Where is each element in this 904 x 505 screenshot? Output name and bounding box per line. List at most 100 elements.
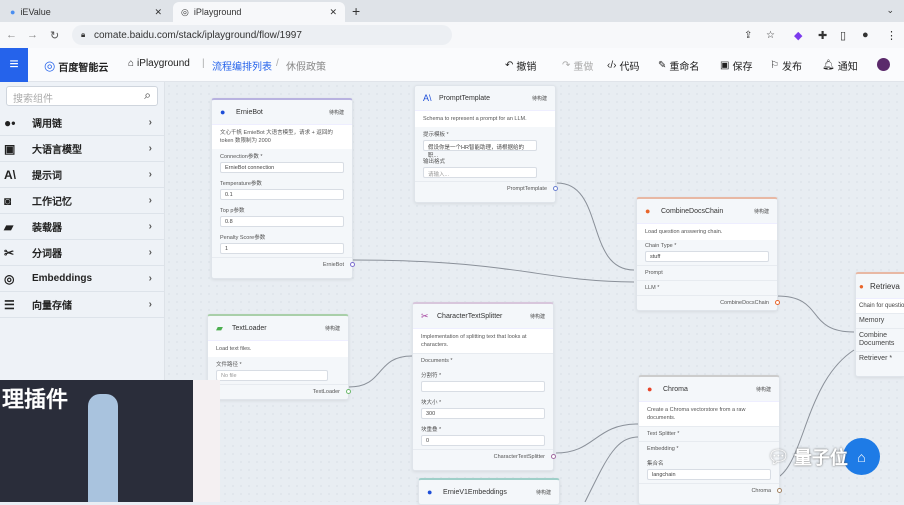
node-chroma[interactable]: ● Chroma 待构建 Create a Chroma vectorstore f… <box>638 375 782 505</box>
prompt-icon: A\ <box>423 93 432 103</box>
erniebot-icon: ● <box>220 107 226 117</box>
extension-icon[interactable]: ◆ <box>794 29 802 42</box>
collection-input[interactable]: langchain <box>647 469 771 480</box>
code-button[interactable]: ‹/› 代码 <box>607 58 639 73</box>
notify-button[interactable]: 🔔︎ 通知 <box>822 58 858 73</box>
node-combinedocschain[interactable]: ● CombineDocsChain 待构建 Load question answe… <box>636 197 780 311</box>
input-port-retriever[interactable]: Retriever * <box>856 351 904 366</box>
chunk-overlap-input[interactable]: 0 <box>421 435 545 446</box>
app-home-link[interactable]: ⌂ iPlayground <box>128 58 190 69</box>
chain-icon: ● <box>645 206 651 216</box>
input-port-embedding[interactable]: Embedding * <box>639 441 779 456</box>
url-input[interactable]: 🔒︎ comate.baidu.com/stack/iplayground/flo… <box>72 25 452 45</box>
sidebar-item-llm[interactable]: ▣ 大语言模型 › <box>0 136 164 162</box>
bell-icon: 🔔︎ <box>822 60 835 71</box>
save-button[interactable]: ▣ 保存 <box>720 58 752 73</box>
node-textloader[interactable]: ▰ TextLoader 待构建 Load text files. 文件路径 * No… <box>207 314 351 400</box>
fingerprint-icon: ◎ <box>4 271 15 286</box>
redo-button[interactable]: ↷ 重做 <box>562 58 593 73</box>
sidepanel-icon[interactable]: ▯ <box>840 29 846 42</box>
publish-button[interactable]: ⚐ 发布 <box>770 58 802 73</box>
output-port[interactable]: CharacterTextSplitter <box>413 449 556 464</box>
output-port[interactable]: CombineDocsChain <box>637 295 780 310</box>
close-tab-icon[interactable]: ✕ <box>154 7 162 18</box>
assistant-fab[interactable]: ⌂ <box>843 438 880 475</box>
more-icon[interactable]: ⋮ <box>886 29 897 42</box>
status-badge: 待构建 <box>535 489 551 496</box>
sidebar-item-splitter[interactable]: ✂ 分词器 › <box>0 240 164 266</box>
sidebar-item-embeddings[interactable]: ◎ Embeddings › <box>0 266 164 292</box>
app-header: ≡ ◎ 百度智能云 ⌂ iPlayground | 流程编排列表 / 休假政策 ↶ 撤… <box>0 48 904 82</box>
template-input[interactable]: 假设你是一个HR智能助理，请根据给的职... <box>423 140 537 159</box>
menu-icon[interactable]: ≡ <box>0 48 28 82</box>
node-erniebot[interactable]: ● ErnieBot 待构建 文心千帆 ErnieBot 大语言模型，请求 + 返回… <box>211 98 355 279</box>
output-port[interactable]: Chroma <box>639 483 782 498</box>
prompt-icon: A\ <box>4 167 16 182</box>
breadcrumb-flow-list[interactable]: 流程编排列表 <box>212 58 272 73</box>
status-badge: 待构建 <box>755 386 771 393</box>
flow-canvas[interactable]: ● ErnieBot 待构建 文心千帆 ErnieBot 大语言模型，请求 + 返回… <box>165 82 904 505</box>
format-input[interactable]: 请输入... <box>423 167 537 178</box>
input-port-documents[interactable]: Documents * <box>413 353 553 368</box>
output-port[interactable]: TextLoader <box>208 384 351 399</box>
new-tab-button[interactable]: + <box>352 3 360 19</box>
output-port[interactable]: ErnieBot <box>212 257 355 272</box>
top-p-input[interactable]: 0.8 <box>220 216 344 227</box>
watermark: 💬︎ 量子位 <box>767 446 848 469</box>
separator-input[interactable] <box>421 381 545 392</box>
video-edge <box>193 380 220 502</box>
edge-erniebot-llm <box>352 259 635 283</box>
input-port-combine[interactable]: Combine Documents <box>856 328 904 351</box>
sidebar-item-prompt[interactable]: A\ 提示词 › <box>0 162 164 188</box>
sidebar-item-chain[interactable]: ●• 调用链 › <box>0 110 164 136</box>
back-icon[interactable]: ← <box>6 29 17 41</box>
status-badge: 待构建 <box>531 95 547 102</box>
database-icon: ☰ <box>4 297 15 312</box>
chevron-right-icon: › <box>148 195 152 206</box>
penalty-input[interactable]: 1 <box>220 243 344 254</box>
puzzle-icon[interactable]: ✚ <box>818 29 827 42</box>
profile-icon[interactable]: ● <box>862 29 869 41</box>
save-icon: ▣ <box>720 60 730 71</box>
search-icon[interactable]: ⌕ <box>144 88 151 103</box>
breadcrumb-current: 休假政策 <box>286 62 326 73</box>
rename-button[interactable]: ✎ 重命名 <box>658 58 699 73</box>
reload-icon[interactable]: ↻ <box>50 29 59 42</box>
node-ernie-embeddings[interactable]: ● ErnieV1Embeddings 待构建 <box>418 478 560 505</box>
chain-type-select[interactable]: stuff <box>645 251 769 262</box>
sidebar-item-vectorstore[interactable]: ☰ 向量存储 › <box>0 292 164 318</box>
sidebar-item-memory[interactable]: ◙ 工作记忆 › <box>0 188 164 214</box>
chevron-right-icon: › <box>148 169 152 180</box>
node-prompttemplate[interactable]: A\ PromptTemplate 待构建 Schema to represent … <box>414 85 558 203</box>
scissors-icon: ✂ <box>4 245 15 260</box>
input-port-text-splitter[interactable]: Text Splitter * <box>639 426 779 441</box>
undo-button[interactable]: ↶ 撤销 <box>505 58 536 73</box>
node-charactertextsplitter[interactable]: ✂ CharacterTextSplitter 待构建 Implementation… <box>412 302 556 471</box>
share-icon[interactable]: ⇪ <box>744 30 752 41</box>
tab-iplayground[interactable]: ◎ iPlayground ✕ <box>173 2 345 22</box>
wechat-icon: 💬︎ <box>767 446 790 467</box>
close-tab-icon[interactable]: ✕ <box>329 7 337 18</box>
tab-ievalue[interactable]: ● iEValue ✕ <box>2 2 170 22</box>
avatar[interactable] <box>877 58 890 71</box>
chunk-size-input[interactable]: 300 <box>421 408 545 419</box>
temperature-input[interactable]: 0.1 <box>220 189 344 200</box>
sidebar-item-loader[interactable]: ▰ 装载器 › <box>0 214 164 240</box>
star-icon[interactable]: ☆ <box>766 30 775 41</box>
tab-list-chevron-icon[interactable]: ⌄ <box>886 5 894 16</box>
input-port-memory[interactable]: Memory <box>856 313 904 328</box>
file-input[interactable]: No file <box>216 370 328 381</box>
node-retrieval[interactable]: ● Retrieva Chain for question Memory Comb… <box>855 272 904 377</box>
chevron-right-icon: › <box>148 117 152 128</box>
search-input[interactable]: 搜索组件 ⌕ <box>6 86 158 106</box>
lock-icon: 🔒︎ <box>81 30 86 39</box>
input-port-llm[interactable]: LLM * <box>637 280 777 295</box>
edge-textloader-splitter <box>348 355 413 388</box>
connection-select[interactable]: ErnieBot connection <box>220 162 344 173</box>
forward-icon[interactable]: → <box>27 29 38 41</box>
input-port-prompt[interactable]: Prompt <box>637 265 777 280</box>
chroma-icon: ● <box>647 384 653 394</box>
chain-icon: ●• <box>4 115 16 130</box>
status-badge: 待构建 <box>529 313 545 320</box>
output-port[interactable]: PromptTemplate <box>415 181 558 196</box>
